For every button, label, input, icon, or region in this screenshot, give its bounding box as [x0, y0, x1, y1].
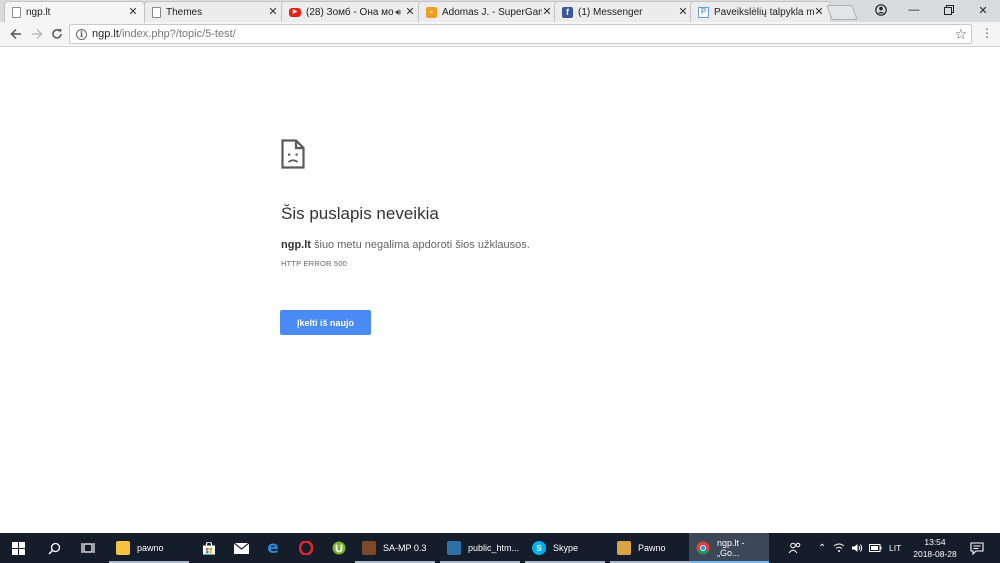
- tab-messenger[interactable]: f (1) Messenger ✕: [554, 1, 695, 22]
- opera-icon[interactable]: [292, 533, 320, 563]
- folder-icon: [116, 541, 130, 555]
- close-icon[interactable]: ✕: [542, 6, 552, 18]
- taskbar-app-skype[interactable]: S Skype: [525, 533, 605, 563]
- clock-time: 13:54: [924, 537, 946, 547]
- chevron-up-icon[interactable]: ⌃: [818, 533, 826, 563]
- info-icon[interactable]: i: [76, 28, 87, 40]
- close-icon[interactable]: ✕: [405, 6, 415, 18]
- taskbar: pawno e SA-MP 0.3 public_htm... S Skype …: [0, 533, 1000, 563]
- utorrent-icon[interactable]: [325, 533, 353, 563]
- skype-icon: S: [532, 541, 546, 555]
- tab-paveiksleliu[interactable]: P Paveikslėlių talpykla mo ✕: [690, 1, 831, 22]
- back-button[interactable]: [7, 25, 25, 43]
- language-indicator[interactable]: LIT: [889, 533, 901, 563]
- taskbar-app-chrome[interactable]: ngp.lt - „Go...: [689, 533, 769, 563]
- url-host: ngp.lt: [92, 28, 119, 40]
- taskbar-app-label: Skype: [553, 543, 579, 553]
- tab-title: Paveikslėlių talpykla mo: [714, 6, 814, 18]
- volume-icon[interactable]: [851, 533, 863, 563]
- restore-button[interactable]: [939, 2, 959, 18]
- facebook-icon: f: [562, 6, 573, 18]
- close-icon[interactable]: ✕: [678, 6, 688, 18]
- error-host: ngp.lt: [281, 239, 311, 251]
- address-bar[interactable]: i ngp.lt/index.php?/topic/5-test/ ☆: [69, 24, 972, 44]
- tab-supergame[interactable]: ▪ Adomas J. - SuperGame ✕: [418, 1, 559, 22]
- taskbar-app-label: Pawno: [638, 543, 666, 553]
- tab-title: ngp.lt: [26, 7, 51, 18]
- taskbar-app-pawno[interactable]: Pawno: [610, 533, 690, 563]
- chrome-icon: [696, 541, 710, 555]
- supergame-icon: ▪: [426, 6, 437, 18]
- taskbar-app-samp[interactable]: SA-MP 0.3: [355, 533, 435, 563]
- close-icon[interactable]: ✕: [268, 6, 278, 18]
- browser-toolbar: i ngp.lt/index.php?/topic/5-test/ ☆ ⋮: [0, 22, 1000, 47]
- ftp-icon: [447, 541, 461, 555]
- tab-strip: ngp.lt ✕ Themes ✕ ▶ (28) Зомб - Она мо 🔊…: [0, 0, 1000, 23]
- error-heading: Šis puslapis neveikia: [281, 204, 439, 223]
- youtube-icon: ▶: [289, 7, 301, 17]
- task-view-icon[interactable]: [74, 533, 102, 563]
- new-tab-button[interactable]: [826, 5, 858, 20]
- reload-button[interactable]: Įkelti iš naujo: [280, 310, 371, 335]
- taskbar-app-label: SA-MP 0.3: [383, 543, 427, 553]
- tab-title: (28) Зомб - Она мо: [306, 6, 394, 18]
- people-icon[interactable]: [788, 533, 802, 563]
- page-icon: [152, 6, 161, 18]
- clock-date: 2018-08-28: [913, 549, 957, 559]
- upload-icon: P: [698, 6, 709, 18]
- tab-ngp[interactable]: ngp.lt ✕: [4, 1, 145, 23]
- error-code: HTTP ERROR 500: [281, 259, 348, 268]
- network-icon[interactable]: [833, 533, 845, 563]
- star-icon[interactable]: ☆: [954, 26, 967, 43]
- system-clock[interactable]: 13:54 2018-08-28: [908, 536, 962, 560]
- speaker-icon[interactable]: 🔊︎: [395, 7, 401, 18]
- battery-icon[interactable]: [869, 533, 882, 563]
- profile-icon[interactable]: [871, 2, 891, 18]
- tab-title: Adomas J. - SuperGame: [442, 6, 542, 18]
- menu-icon[interactable]: ⋮: [981, 26, 993, 40]
- forward-button[interactable]: [28, 25, 46, 43]
- tab-title: (1) Messenger: [578, 6, 643, 18]
- url-path: /index.php?/topic/5-test/: [118, 28, 236, 40]
- samp-icon: [362, 541, 376, 555]
- error-description-text: šiuo metu negalima apdoroti šios užklaus…: [310, 239, 530, 251]
- taskbar-app-public-html[interactable]: public_htm...: [440, 533, 520, 563]
- mail-icon[interactable]: [227, 533, 255, 563]
- page-icon: [12, 7, 21, 18]
- sad-page-icon: [281, 139, 305, 169]
- close-icon[interactable]: ✕: [814, 6, 824, 18]
- pawno-icon: [617, 541, 631, 555]
- error-description: ngp.lt šiuo metu negalima apdoroti šios …: [281, 239, 530, 251]
- search-icon[interactable]: [40, 533, 68, 563]
- taskbar-app-pawno-folder[interactable]: pawno: [109, 533, 189, 563]
- tab-youtube[interactable]: ▶ (28) Зомб - Она мо 🔊︎ ✕: [281, 1, 422, 22]
- tab-title: Themes: [166, 6, 203, 18]
- taskbar-app-label: ngp.lt - „Go...: [717, 538, 745, 558]
- edge-icon[interactable]: e: [259, 533, 287, 563]
- tab-themes[interactable]: Themes ✕: [144, 1, 285, 22]
- reload-icon[interactable]: [48, 25, 66, 43]
- taskbar-app-label: public_htm...: [468, 543, 520, 553]
- minimize-button[interactable]: —: [904, 2, 924, 18]
- store-icon[interactable]: [195, 533, 223, 563]
- close-window-button[interactable]: ✕: [973, 2, 993, 18]
- page-content: Šis puslapis neveikia ngp.lt šiuo metu n…: [0, 47, 1000, 533]
- taskbar-app-label: pawno: [137, 543, 164, 553]
- notification-icon[interactable]: [970, 533, 984, 563]
- close-icon[interactable]: ✕: [128, 7, 138, 18]
- windows-start-icon[interactable]: [4, 533, 32, 563]
